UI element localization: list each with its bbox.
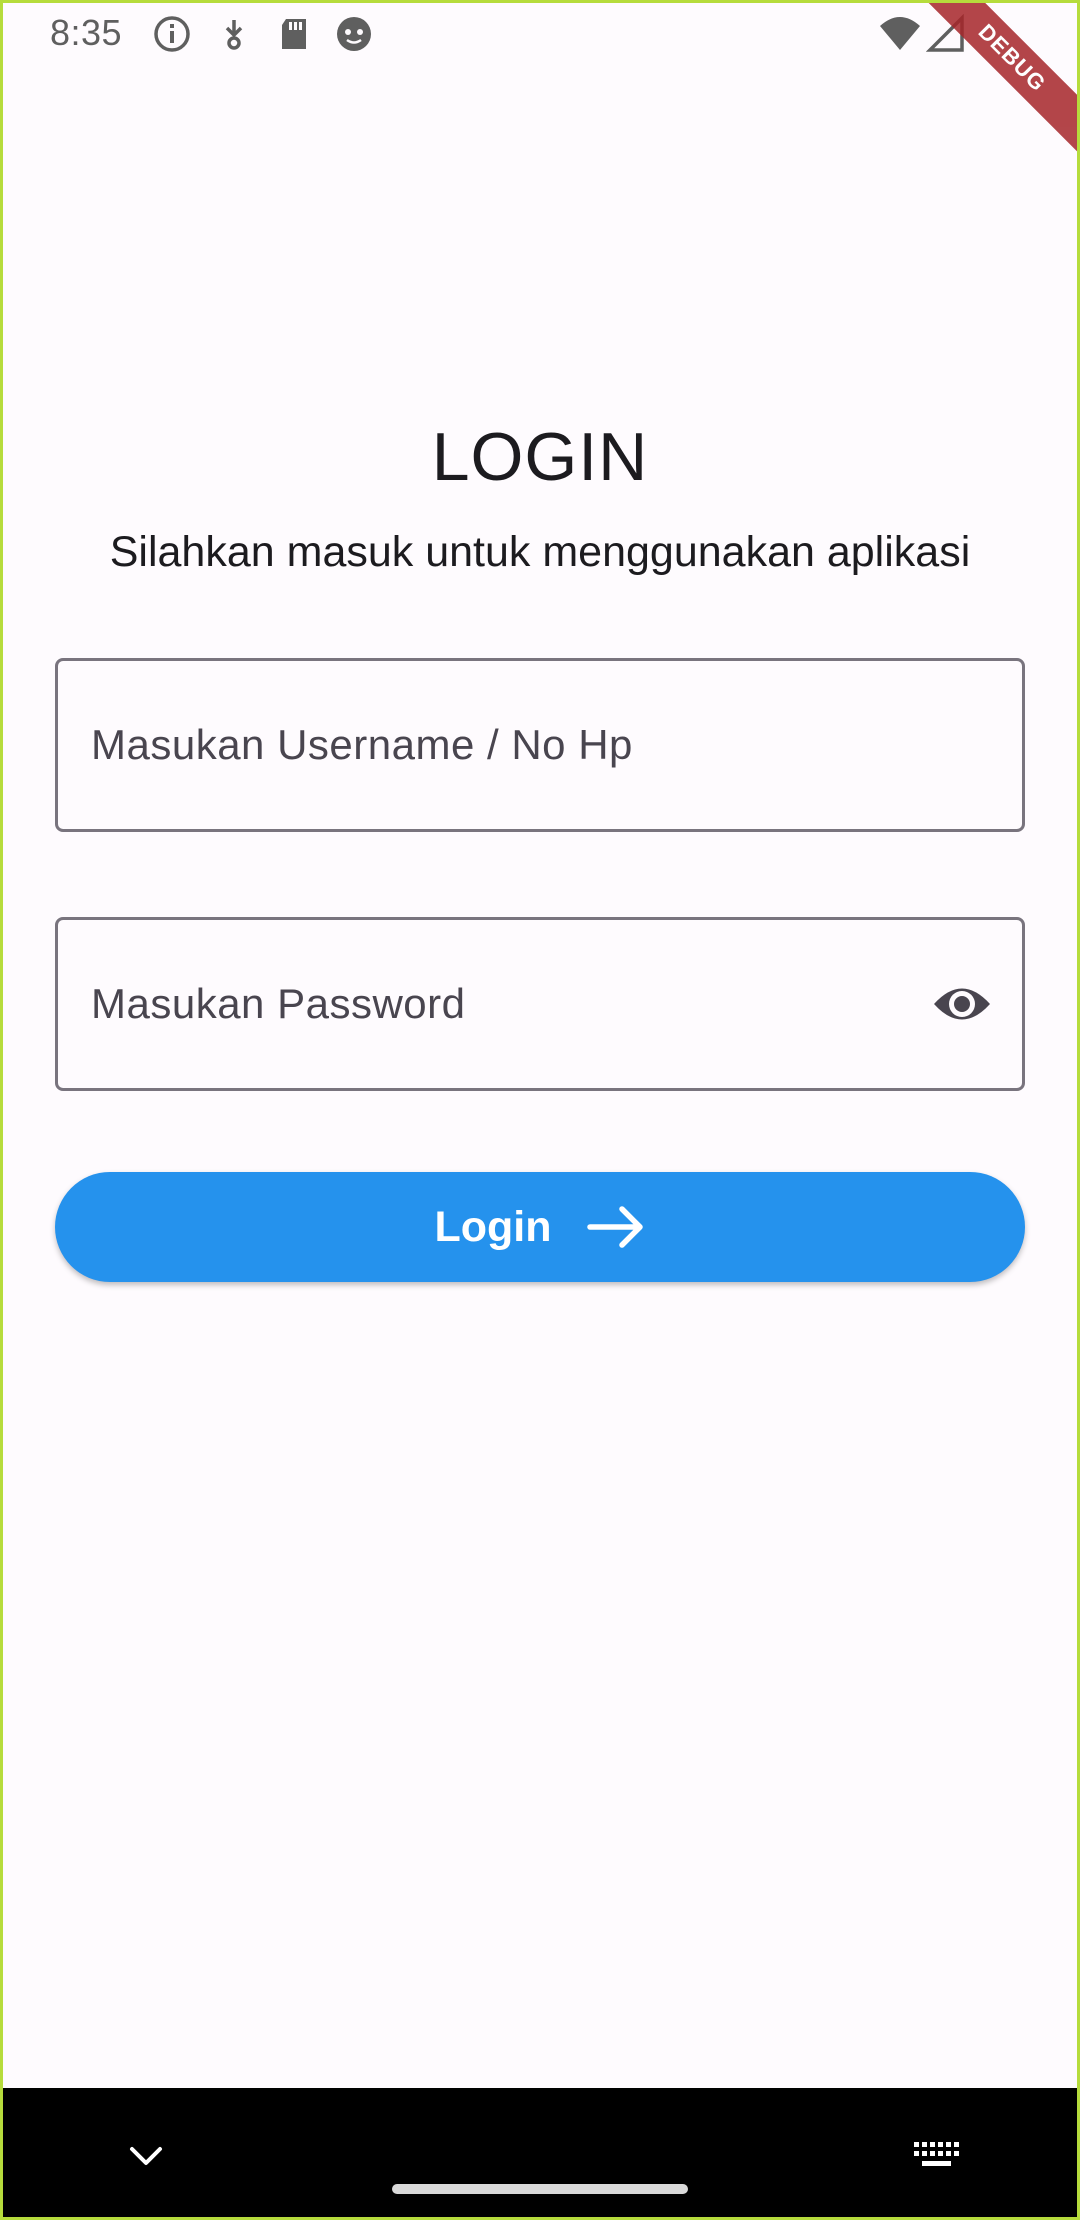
- info-icon: [154, 16, 190, 52]
- status-bar: 8:35: [0, 0, 1080, 68]
- password-placeholder: Masukan Password: [91, 980, 466, 1027]
- arrow-right-icon: [586, 1206, 643, 1248]
- password-input[interactable]: Masukan Password: [55, 917, 1025, 1091]
- face-icon: [337, 17, 371, 51]
- device-frame: [0, 0, 1080, 2220]
- home-handle[interactable]: [392, 2184, 688, 2194]
- navigation-bar: [0, 2088, 1080, 2220]
- username-input[interactable]: Masukan Username / No Hp: [55, 658, 1025, 832]
- eye-icon[interactable]: [932, 977, 992, 1031]
- page-subtitle: Silahkan masuk untuk menggunakan aplikas…: [109, 528, 971, 576]
- keyboard-icon[interactable]: [912, 2140, 960, 2174]
- download-arrow-icon: [225, 20, 243, 50]
- login-button[interactable]: Login: [55, 1172, 1025, 1282]
- login-button-label: Login: [434, 1202, 552, 1251]
- status-time: 8:35: [50, 12, 123, 53]
- username-placeholder: Masukan Username / No Hp: [91, 721, 633, 768]
- wifi-icon: [880, 17, 920, 50]
- sd-card-icon: [282, 19, 306, 49]
- page-title: LOGIN: [431, 419, 649, 495]
- chevron-down-icon[interactable]: [128, 2144, 164, 2168]
